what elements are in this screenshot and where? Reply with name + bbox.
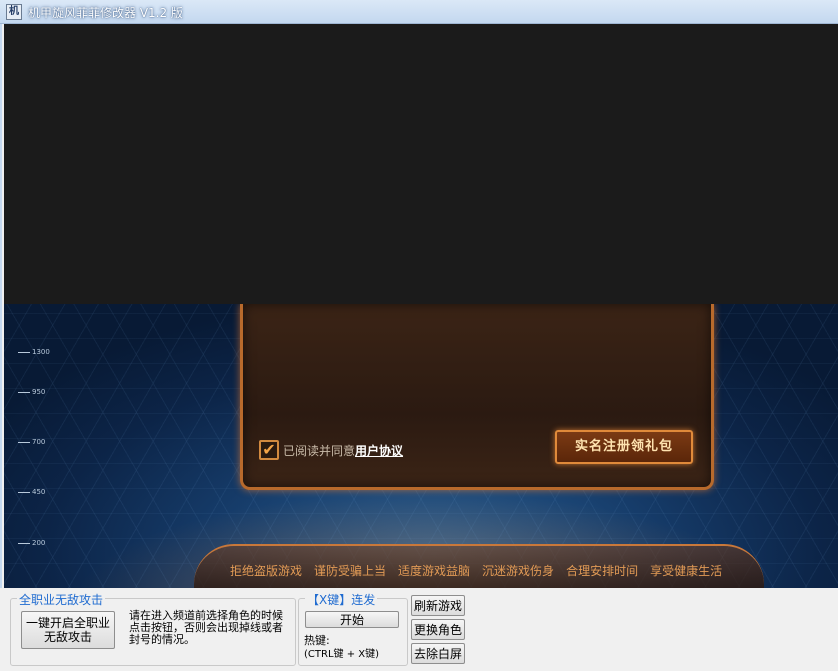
- change-role-button[interactable]: 更换角色: [411, 619, 465, 640]
- health-notice-item: 拒绝盗版游戏: [230, 564, 303, 578]
- game-login-scene: 1300 950 700 450 200 ✔ 已阅读并同意 用户协议 实名注册领…: [4, 304, 838, 588]
- game-frame: 1300 950 700 450 200 ✔ 已阅读并同意 用户协议 实名注册领…: [0, 24, 838, 588]
- scale-tick: 950: [18, 388, 45, 396]
- refresh-game-button[interactable]: 刷新游戏: [411, 595, 465, 616]
- window-title: 机甲旋风菲菲修改器 V1.2 版: [28, 6, 183, 20]
- scale-tick: 450: [18, 488, 45, 496]
- x-key-group-legend: 【X键】连发: [305, 591, 378, 608]
- invincible-description: 请在进入频道前选择角色的时候点击按钮，否则会出现掉线或者封号的情况。: [129, 609, 283, 646]
- enable-invincible-label-line1: 一键开启全职业: [25, 616, 110, 630]
- checkmark-icon: ✔: [262, 440, 276, 459]
- game-render-area[interactable]: [4, 24, 838, 304]
- trainer-controls: 全职业无敌攻击 一键开启全职业 无敌攻击 请在进入频道前选择角色的时候点击按钮，…: [0, 588, 838, 671]
- register-gift-button[interactable]: 实名注册领礼包: [555, 430, 693, 464]
- health-notice-item: 享受健康生活: [650, 564, 723, 578]
- app-icon: 机: [6, 4, 22, 20]
- enable-invincible-button[interactable]: 一键开启全职业 无敌攻击: [21, 611, 115, 649]
- hotkey-combo: (CTRL键 + X键): [304, 649, 379, 660]
- health-notice-item: 合理安排时间: [566, 564, 639, 578]
- health-notice-item: 沉迷游戏伤身: [482, 564, 555, 578]
- agree-label: 已阅读并同意: [283, 443, 356, 458]
- scale-tick: 700: [18, 438, 45, 446]
- agree-checkbox[interactable]: ✔: [259, 440, 279, 460]
- health-notice: 拒绝盗版游戏 谨防受骗上当 适度游戏益脑 沉迷游戏伤身 合理安排时间 享受健康生…: [230, 562, 722, 579]
- start-x-key-button[interactable]: 开始: [305, 611, 399, 628]
- login-panel: ✔ 已阅读并同意 用户协议 实名注册领礼包: [240, 304, 714, 490]
- health-notice-item: 适度游戏益脑: [398, 564, 471, 578]
- agreement-row: ✔ 已阅读并同意 用户协议: [259, 440, 403, 460]
- remove-white-screen-button[interactable]: 去除白屏: [411, 643, 465, 664]
- enable-invincible-label-line2: 无敌攻击: [43, 630, 92, 644]
- invincible-group-legend: 全职业无敌攻击: [17, 591, 106, 608]
- user-agreement-link[interactable]: 用户协议: [355, 442, 403, 459]
- title-bar[interactable]: 机 机甲旋风菲菲修改器 V1.2 版: [0, 0, 838, 24]
- invincible-group: 全职业无敌攻击 一键开启全职业 无敌攻击 请在进入频道前选择角色的时候点击按钮，…: [10, 591, 296, 666]
- scale-tick: 1300: [18, 348, 50, 356]
- x-key-group: 【X键】连发 开始 热键: (CTRL键 + X键): [298, 591, 408, 666]
- health-notice-item: 谨防受骗上当: [314, 564, 387, 578]
- altitude-scale: 1300 950 700 450 200: [18, 304, 58, 588]
- scale-tick: 200: [18, 539, 45, 547]
